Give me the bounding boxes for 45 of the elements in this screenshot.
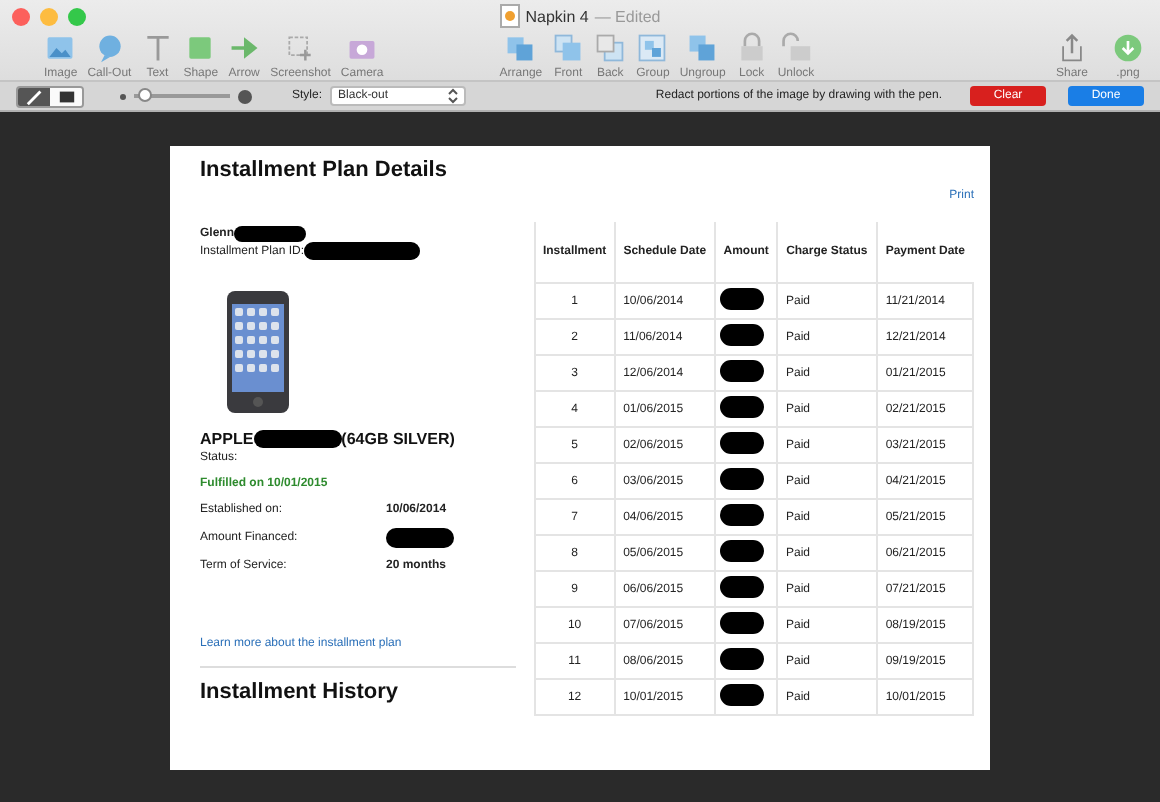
large-size-icon xyxy=(238,89,252,103)
close-icon[interactable] xyxy=(12,7,30,25)
redaction-mark xyxy=(386,528,454,548)
phone-drawing xyxy=(226,290,290,414)
speech-bubble-icon xyxy=(93,32,126,64)
arrow-icon xyxy=(228,32,261,64)
small-size-icon xyxy=(120,93,126,99)
picture-icon xyxy=(44,32,77,64)
lock-icon xyxy=(735,32,768,64)
redaction-mark xyxy=(253,430,342,448)
redaction-mark xyxy=(720,432,765,454)
window-title: Napkin 4 xyxy=(525,7,589,25)
page-heading: Installment Plan Details xyxy=(200,158,449,182)
text-icon xyxy=(141,32,174,64)
ungroup-icon xyxy=(686,32,719,64)
zoom-icon[interactable] xyxy=(68,7,86,25)
redaction-mark xyxy=(720,612,765,634)
product-name: APPLE xyxy=(200,430,254,448)
redaction-mark xyxy=(720,540,765,562)
download-icon xyxy=(1112,32,1144,64)
pen-icon xyxy=(25,87,43,105)
redaction-mark xyxy=(720,396,765,418)
layers-icon xyxy=(504,32,537,64)
stamp-icon xyxy=(57,87,75,105)
stamp-tool-button[interactable] xyxy=(50,87,82,105)
square-icon xyxy=(184,32,217,64)
unlock-icon xyxy=(780,32,812,64)
product-variant: (64GB SILVER) xyxy=(341,430,455,448)
pen-tool-button[interactable] xyxy=(18,87,50,105)
redaction-mark xyxy=(720,576,765,598)
redaction-mark xyxy=(720,324,765,346)
selection-icon xyxy=(284,32,317,64)
redaction-mark xyxy=(720,360,765,382)
redaction-mark xyxy=(720,468,765,490)
redaction-mark xyxy=(720,648,765,670)
redaction-mark xyxy=(720,504,765,526)
group-icon xyxy=(636,32,669,64)
bring-front-icon xyxy=(552,32,585,64)
history-heading: Installment History xyxy=(200,680,401,704)
send-back-icon xyxy=(594,32,627,64)
redaction-mark xyxy=(720,288,765,310)
edited-label[interactable]: — Edited xyxy=(594,7,661,25)
redaction-mark xyxy=(720,684,765,706)
stepper-icon xyxy=(448,88,459,104)
slider-thumb[interactable] xyxy=(137,88,152,102)
